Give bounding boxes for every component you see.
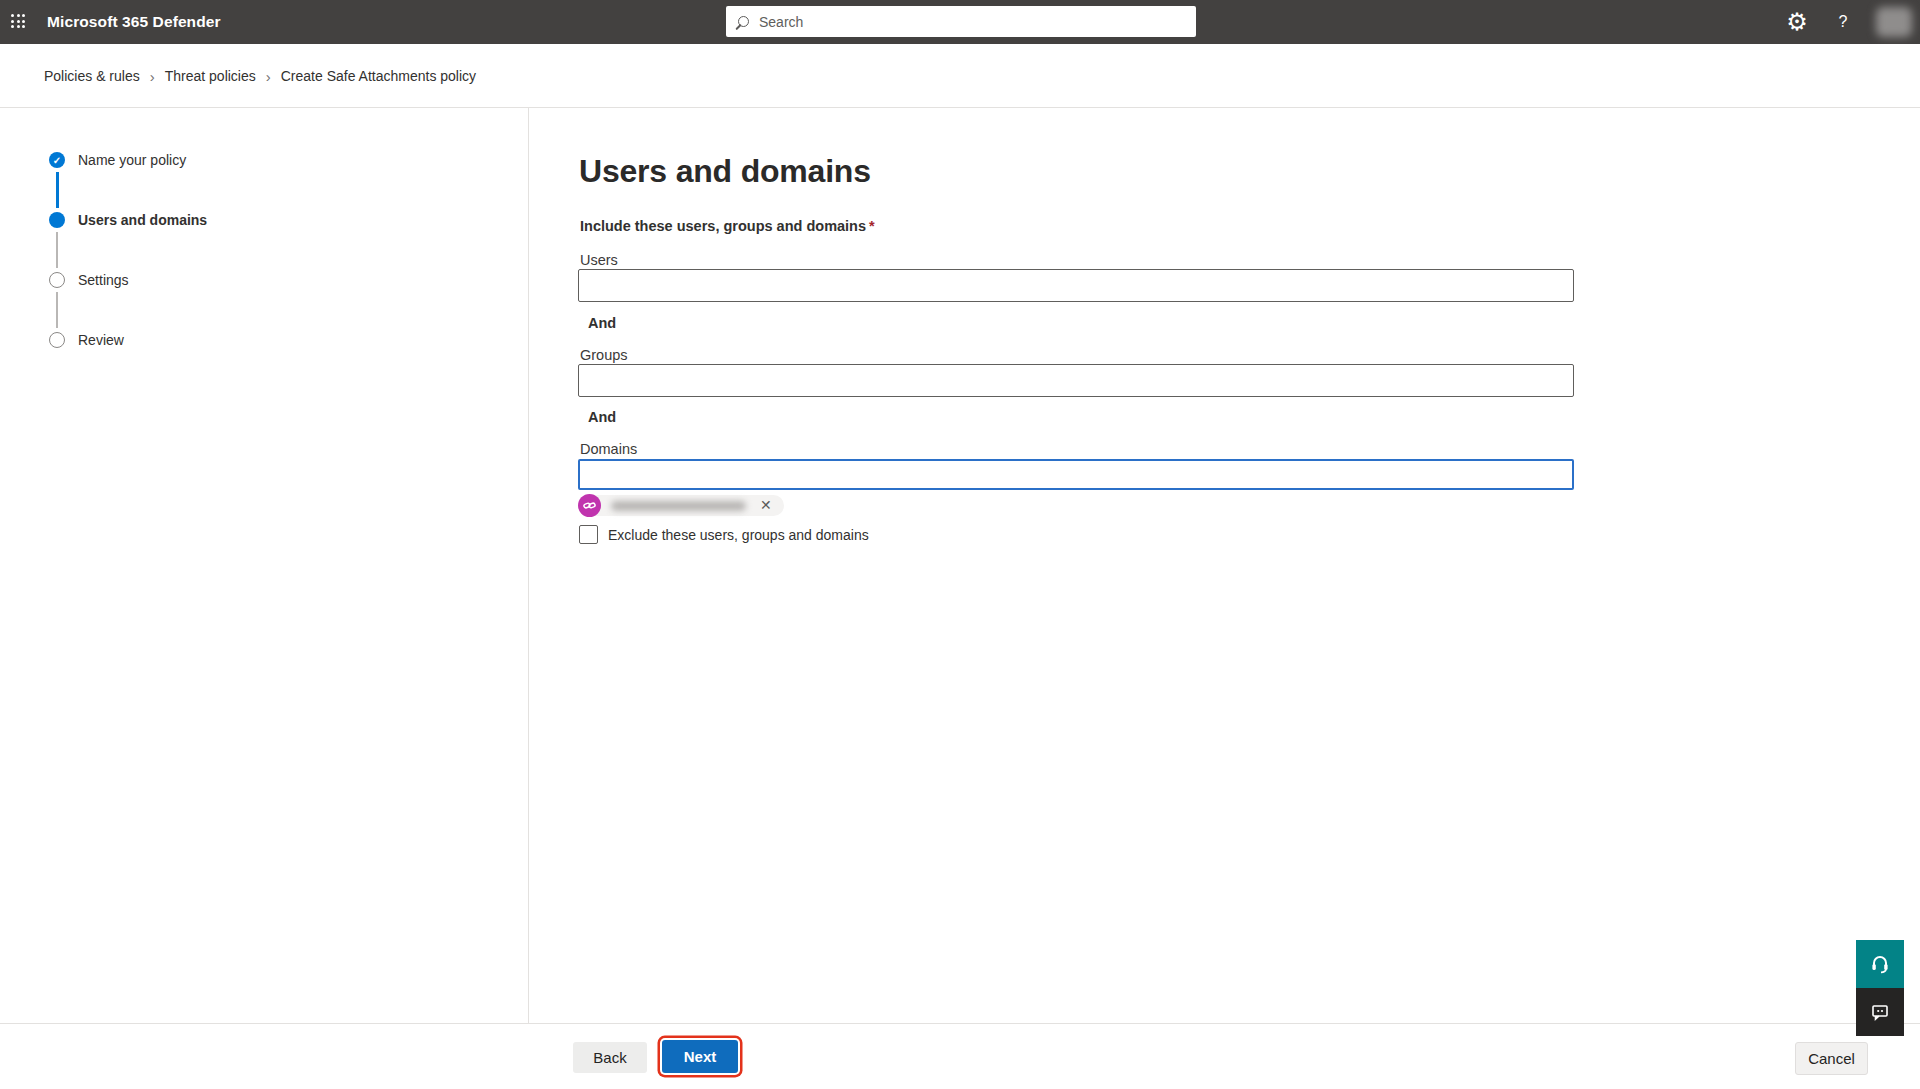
feedback-icon — [1869, 1001, 1891, 1023]
breadcrumb-policies-rules[interactable]: Policies & rules — [44, 68, 140, 84]
app-launcher-icon[interactable] — [11, 14, 27, 30]
users-input[interactable] — [578, 269, 1574, 302]
chip-remove-icon[interactable]: ✕ — [760, 495, 772, 516]
step-connector — [56, 172, 59, 208]
next-button[interactable]: Next — [662, 1040, 738, 1073]
support-button[interactable] — [1856, 940, 1904, 988]
domain-link-icon — [578, 494, 601, 517]
users-field-label: Users — [580, 252, 618, 268]
wizard-step-settings[interactable]: Settings — [49, 272, 129, 288]
wizard-step-label: Users and domains — [78, 212, 207, 228]
exclude-checkbox-row: Exclude these users, groups and domains — [579, 525, 869, 544]
exclude-checkbox[interactable] — [579, 525, 598, 544]
breadcrumb: Policies & rules › Threat policies › Cre… — [44, 44, 476, 108]
avatar[interactable] — [1876, 7, 1912, 37]
domains-input-focused[interactable] — [578, 459, 1574, 490]
headset-icon — [1869, 953, 1891, 975]
step-current-dot — [49, 212, 65, 228]
wizard-step-review[interactable]: Review — [49, 332, 124, 348]
step-connector — [56, 232, 58, 268]
and-label: And — [588, 315, 616, 331]
groups-input[interactable] — [578, 364, 1574, 397]
wizard-step-name-your-policy[interactable]: ✓ Name your policy — [49, 152, 186, 168]
wizard-step-label: Settings — [78, 272, 129, 288]
include-section-heading: Include these users, groups and domains* — [580, 218, 875, 234]
settings-gear-icon[interactable]: ⚙ — [1782, 0, 1812, 44]
step-upcoming-dot — [49, 272, 65, 288]
breadcrumb-separator-icon: › — [150, 68, 155, 85]
breadcrumb-bar: Policies & rules › Threat policies › Cre… — [0, 44, 1920, 108]
wizard-step-users-and-domains[interactable]: Users and domains — [49, 212, 207, 228]
wizard-steps-panel: ✓ Name your policy Users and domains Set… — [0, 108, 529, 1023]
domain-chip[interactable]: ✕ — [579, 495, 784, 516]
breadcrumb-current-page: Create Safe Attachments policy — [281, 68, 476, 84]
wizard-step-label: Name your policy — [78, 152, 186, 168]
search-placeholder: Search — [759, 14, 803, 30]
search-icon — [738, 16, 749, 27]
step-completed-check-icon: ✓ — [49, 152, 65, 168]
page-title: Users and domains — [579, 153, 871, 190]
help-icon[interactable]: ? — [1828, 0, 1858, 44]
redacted-domain-text — [611, 501, 746, 511]
back-button[interactable]: Back — [573, 1042, 647, 1073]
step-connector — [56, 292, 58, 328]
footer-divider — [0, 1023, 1920, 1024]
cancel-button[interactable]: Cancel — [1795, 1042, 1868, 1075]
required-marker: * — [869, 218, 875, 234]
exclude-checkbox-label: Exclude these users, groups and domains — [608, 527, 869, 543]
step-upcoming-dot — [49, 332, 65, 348]
and-label: And — [588, 409, 616, 425]
feedback-button[interactable] — [1856, 988, 1904, 1036]
app-title: Microsoft 365 Defender — [47, 0, 221, 44]
breadcrumb-separator-icon: › — [266, 68, 271, 85]
global-search-input[interactable]: Search — [726, 6, 1196, 37]
groups-field-label: Groups — [580, 347, 628, 363]
top-app-bar: Microsoft 365 Defender Search ⚙ ? — [0, 0, 1920, 44]
domains-field-label: Domains — [580, 441, 637, 457]
breadcrumb-threat-policies[interactable]: Threat policies — [165, 68, 256, 84]
wizard-step-label: Review — [78, 332, 124, 348]
